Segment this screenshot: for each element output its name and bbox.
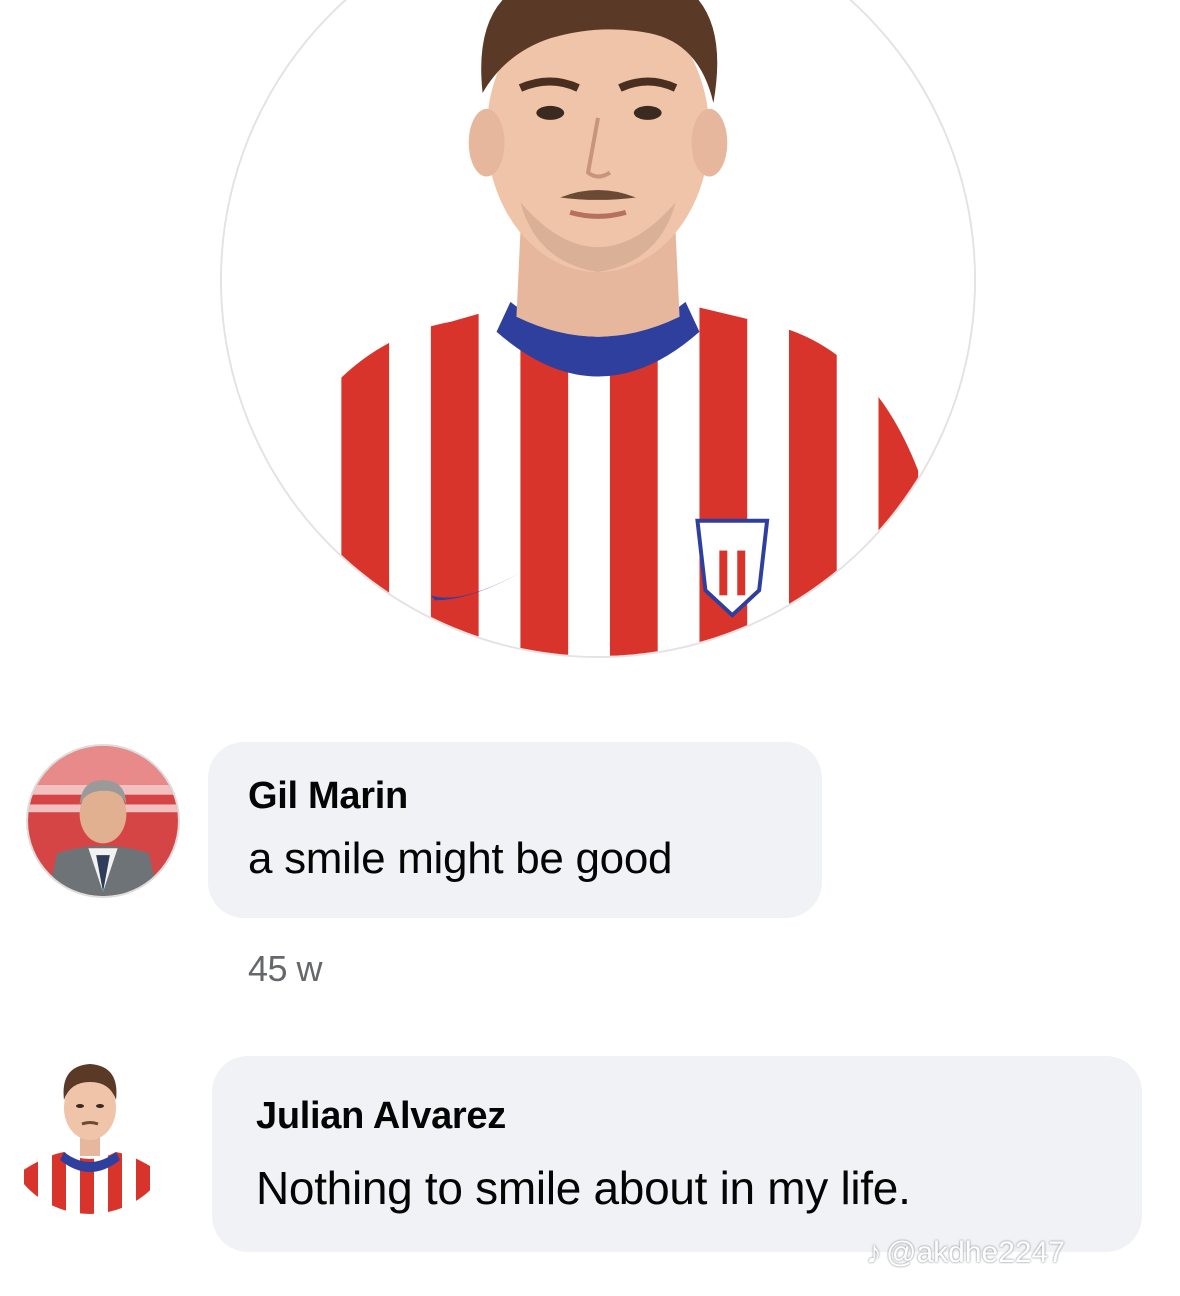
avatar-julian-alvarez[interactable]	[2, 1038, 178, 1214]
comment-timestamp[interactable]: 45 w	[248, 948, 323, 990]
comment-bubble: Julian Alvarez Nothing to smile about in…	[212, 1056, 1142, 1252]
avatar-gil-marin[interactable]	[26, 744, 180, 898]
player-avatar	[2, 1038, 178, 1214]
profile-photo[interactable]	[220, 0, 976, 658]
comment-author[interactable]: Gil Marin	[248, 774, 782, 818]
comment-bubble: Gil Marin a smile might be good	[208, 742, 822, 918]
man-in-suit-avatar	[28, 746, 178, 896]
comment-text: Nothing to smile about in my life.	[256, 1162, 911, 1214]
player-photo	[222, 0, 974, 656]
tiktok-note-icon: ♪	[866, 1234, 882, 1270]
comment-text: a smile might be good	[248, 834, 673, 883]
comment-author[interactable]: Julian Alvarez	[256, 1094, 1098, 1138]
watermark: ♪ @akdhe2247	[866, 1234, 1065, 1271]
watermark-handle: @akdhe2247	[886, 1235, 1065, 1269]
